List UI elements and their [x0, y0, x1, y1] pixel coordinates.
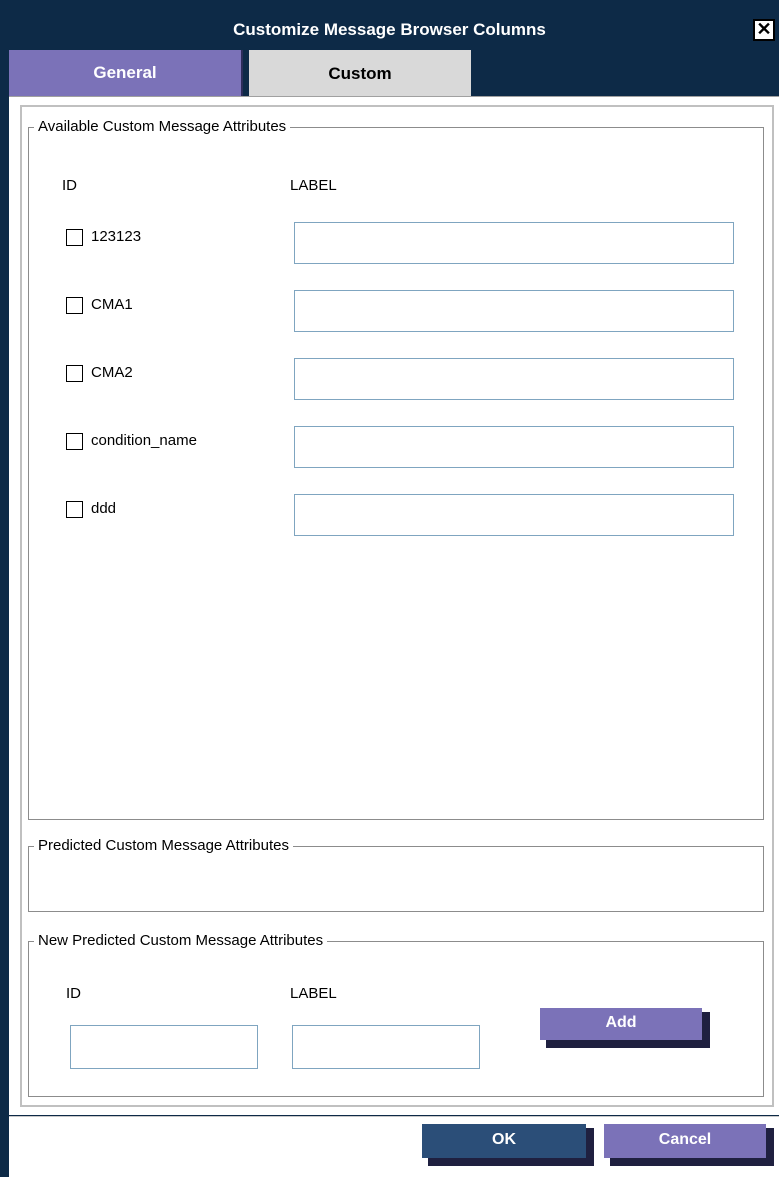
customize-columns-dialog: Customize Message Browser Columns ✕ Gene… — [0, 0, 779, 1177]
ok-button-label: OK — [422, 1124, 586, 1158]
checkbox-condition-name[interactable] — [66, 433, 83, 450]
tab-general[interactable]: General — [9, 50, 241, 96]
checkbox-ddd[interactable] — [66, 501, 83, 518]
available-id-header: ID — [62, 177, 77, 194]
cancel-button-shadow-bottom — [610, 1158, 774, 1166]
predicted-attributes-group — [28, 846, 764, 912]
dialog-title: Customize Message Browser Columns — [233, 20, 546, 39]
cancel-button-label: Cancel — [604, 1124, 766, 1158]
checkbox-label-123123: 123123 — [91, 228, 142, 245]
title-bar: Customize Message Browser Columns ✕ — [0, 0, 779, 46]
label-input-cma1[interactable] — [294, 290, 734, 332]
checkbox-cma1[interactable] — [66, 297, 83, 314]
checkbox-cma2[interactable] — [66, 365, 83, 382]
add-button[interactable]: Add — [540, 1008, 710, 1048]
add-button-label: Add — [540, 1008, 702, 1040]
new-predicted-attributes-legend: New Predicted Custom Message Attributes — [34, 932, 328, 949]
ok-button-shadow-bottom — [428, 1158, 594, 1166]
checkbox-123123[interactable] — [66, 229, 83, 246]
label-input-123123[interactable] — [294, 222, 734, 264]
label-input-condition-name[interactable] — [294, 426, 734, 468]
checkbox-label-ddd: ddd — [91, 500, 117, 517]
checkbox-label-cma2: CMA2 — [91, 364, 133, 381]
available-attributes-legend: Available Custom Message Attributes — [34, 118, 291, 135]
predicted-attributes-legend: Predicted Custom Message Attributes — [34, 837, 293, 854]
new-predicted-id-header: ID — [66, 985, 81, 1002]
cancel-button[interactable]: Cancel — [604, 1124, 774, 1166]
label-input-ddd[interactable] — [294, 494, 734, 536]
checkbox-label-cma1: CMA1 — [91, 296, 133, 313]
close-icon[interactable]: ✕ — [753, 19, 775, 41]
ok-button[interactable]: OK — [422, 1124, 594, 1166]
available-label-header: LABEL — [290, 177, 337, 194]
checkbox-label-condition-name: condition_name — [91, 432, 197, 449]
tab-custom[interactable]: Custom — [249, 50, 471, 98]
new-predicted-label-header: LABEL — [290, 985, 337, 1002]
new-predicted-label-input[interactable] — [292, 1025, 480, 1069]
label-input-cma2[interactable] — [294, 358, 734, 400]
add-button-shadow-bottom — [546, 1040, 710, 1048]
new-predicted-id-input[interactable] — [70, 1025, 258, 1069]
